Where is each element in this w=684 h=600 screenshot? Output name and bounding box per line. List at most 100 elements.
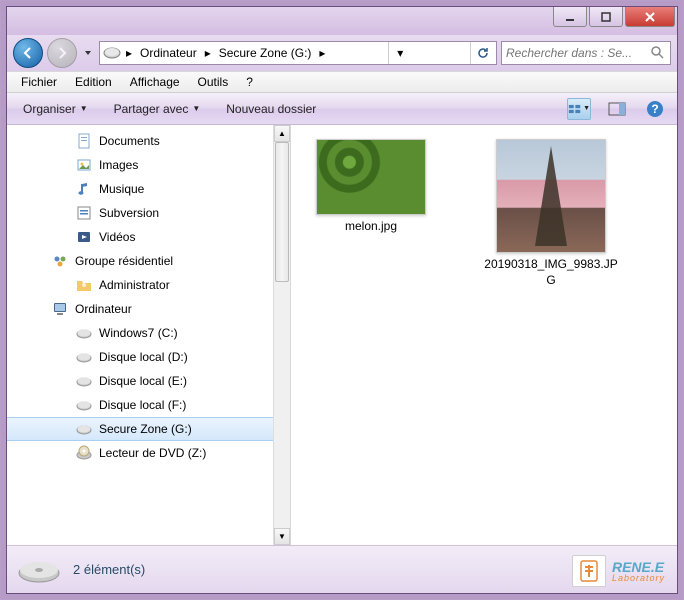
tree-node-label: Disque local (F:) — [99, 398, 186, 412]
chevron-down-icon: ▼ — [583, 105, 590, 112]
tree-node[interactable]: Vidéos — [7, 225, 290, 249]
refresh-button[interactable] — [470, 42, 494, 64]
file-item[interactable]: melon.jpg — [301, 139, 441, 235]
folder-tree: Documents Images Musique Subversion Vidéos Gr… — [7, 125, 290, 469]
tree-node[interactable]: Subversion — [7, 201, 290, 225]
organize-label: Organiser — [23, 102, 76, 116]
status-text: 2 élément(s) — [73, 562, 145, 577]
tree-node-label: Disque local (E:) — [99, 374, 187, 388]
forward-button[interactable] — [47, 38, 77, 68]
drive-icon — [17, 555, 61, 585]
new-folder-label: Nouveau dossier — [226, 102, 316, 116]
file-thumbnail — [316, 139, 426, 215]
music-icon — [75, 181, 93, 197]
new-folder-button[interactable]: Nouveau dossier — [220, 98, 322, 120]
file-list[interactable]: melon.jpg 20190318_IMG_9983.JPG — [291, 125, 677, 545]
drive-icon — [75, 325, 93, 341]
chevron-down-icon: ▼ — [80, 104, 88, 113]
share-button[interactable]: Partager avec ▼ — [108, 98, 207, 120]
menu-file[interactable]: Fichier — [13, 73, 65, 91]
drive-icon — [75, 421, 93, 437]
breadcrumb-separator-icon[interactable]: ▸ — [201, 46, 215, 60]
tree-node[interactable]: Images — [7, 153, 290, 177]
maximize-button[interactable] — [589, 7, 623, 27]
tree-node-label: Groupe résidentiel — [75, 254, 173, 268]
homegroup-icon — [51, 253, 69, 269]
title-bar — [7, 7, 677, 35]
navigation-pane: Documents Images Musique Subversion Vidéos Gr… — [7, 125, 291, 545]
svn-icon — [75, 205, 93, 221]
drive-icon — [75, 397, 93, 413]
tree-node-label: Administrator — [99, 278, 170, 292]
tree-node[interactable]: Musique — [7, 177, 290, 201]
search-box[interactable] — [501, 41, 671, 65]
img-icon — [75, 157, 93, 173]
chevron-down-icon: ▼ — [192, 104, 200, 113]
search-input[interactable] — [506, 46, 650, 60]
tree-node-label: Secure Zone (G:) — [99, 422, 192, 436]
logo-text: RENE.E Laboratory — [612, 560, 665, 583]
logo-icon — [572, 555, 606, 587]
tree-node-label: Ordinateur — [75, 302, 132, 316]
breadcrumb-current[interactable]: Secure Zone (G:) — [215, 46, 316, 60]
organize-button[interactable]: Organiser ▼ — [17, 98, 94, 120]
preview-pane-button[interactable] — [605, 98, 629, 120]
tree-node[interactable]: Secure Zone (G:) — [7, 417, 290, 441]
nav-history-dropdown[interactable] — [81, 39, 95, 67]
breadcrumb-separator-icon[interactable]: ▸ — [122, 46, 136, 60]
tree-node[interactable]: Administrator — [7, 273, 290, 297]
sidebar-scrollbar[interactable]: ▲ ▼ — [273, 125, 290, 545]
menu-help[interactable]: ? — [238, 73, 261, 91]
command-bar: Organiser ▼ Partager avec ▼ Nouveau doss… — [7, 93, 677, 125]
svg-text:?: ? — [651, 102, 658, 116]
file-thumbnail — [496, 139, 606, 253]
file-label: 20190318_IMG_9983.JPG — [481, 257, 621, 288]
breadcrumb-computer[interactable]: Ordinateur — [136, 46, 201, 60]
tree-node-label: Disque local (D:) — [99, 350, 188, 364]
logo-line2: Laboratory — [612, 574, 665, 583]
tree-node[interactable]: Windows7 (C:) — [7, 321, 290, 345]
user-icon — [75, 277, 93, 293]
share-label: Partager avec — [114, 102, 189, 116]
drive-icon — [75, 349, 93, 365]
tree-node-label: Lecteur de DVD (Z:) — [99, 446, 206, 460]
dvd-icon — [75, 445, 93, 461]
tree-node[interactable]: Lecteur de DVD (Z:) — [7, 441, 290, 465]
drive-icon — [102, 45, 122, 61]
tree-node-label: Documents — [99, 134, 160, 148]
tree-node-label: Vidéos — [99, 230, 135, 244]
tree-node[interactable]: Documents — [7, 129, 290, 153]
search-icon[interactable] — [650, 45, 666, 62]
tree-node[interactable]: Disque local (D:) — [7, 345, 290, 369]
address-bar[interactable]: ▸ Ordinateur ▸ Secure Zone (G:) ▸ ▾ — [99, 41, 497, 65]
menu-tools[interactable]: Outils — [190, 73, 237, 91]
file-label: melon.jpg — [345, 219, 397, 235]
tree-node[interactable]: Groupe résidentiel — [7, 249, 290, 273]
tree-node-label: Images — [99, 158, 138, 172]
file-item[interactable]: 20190318_IMG_9983.JPG — [481, 139, 621, 288]
menu-bar: Fichier Edition Affichage Outils ? — [7, 71, 677, 93]
menu-edit[interactable]: Edition — [67, 73, 120, 91]
close-button[interactable] — [625, 7, 675, 27]
minimize-button[interactable] — [553, 7, 587, 27]
back-button[interactable] — [13, 38, 43, 68]
branding-logo: RENE.E Laboratory — [572, 555, 665, 587]
scroll-down-button[interactable]: ▼ — [274, 528, 290, 545]
menu-view[interactable]: Affichage — [122, 73, 188, 91]
computer-icon — [51, 301, 69, 317]
breadcrumb-separator-icon[interactable]: ▸ — [315, 46, 329, 60]
tree-node[interactable]: Disque local (F:) — [7, 393, 290, 417]
address-dropdown-icon[interactable]: ▾ — [388, 42, 412, 64]
explorer-body: Documents Images Musique Subversion Vidéos Gr… — [7, 125, 677, 545]
scroll-thumb[interactable] — [275, 142, 289, 282]
navigation-bar: ▸ Ordinateur ▸ Secure Zone (G:) ▸ ▾ — [7, 35, 677, 71]
tree-node[interactable]: Disque local (E:) — [7, 369, 290, 393]
tree-node-label: Subversion — [99, 206, 159, 220]
view-options-button[interactable]: ▼ — [567, 98, 591, 120]
help-button[interactable]: ? — [643, 98, 667, 120]
tree-node-label: Musique — [99, 182, 144, 196]
scroll-up-button[interactable]: ▲ — [274, 125, 290, 142]
doc-icon — [75, 133, 93, 149]
tree-node[interactable]: Ordinateur — [7, 297, 290, 321]
drive-icon — [75, 373, 93, 389]
